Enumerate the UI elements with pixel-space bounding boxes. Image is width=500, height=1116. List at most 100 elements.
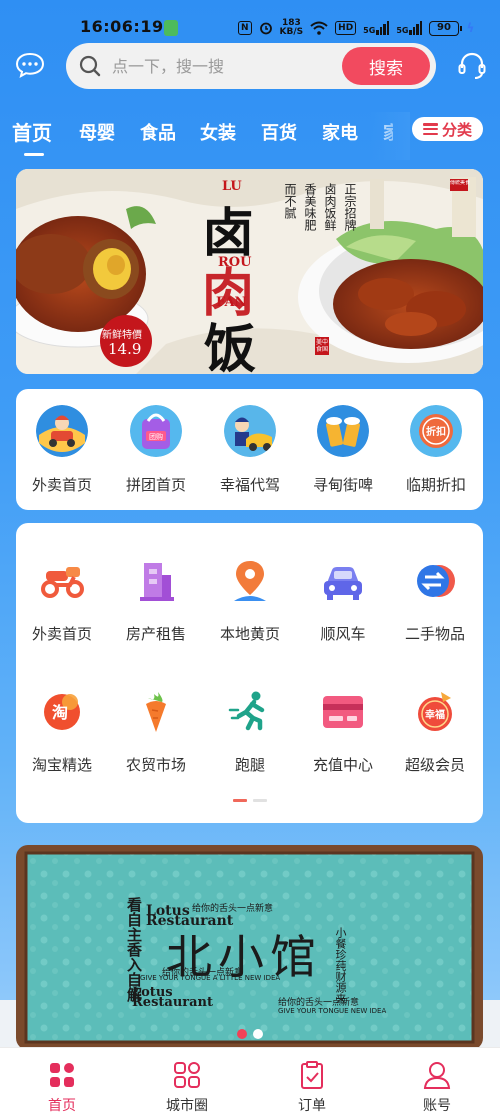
tab-home[interactable]: 首页 [12, 117, 52, 146]
charging-icon: ϟ [466, 21, 475, 35]
signal-sim2: 5G [396, 21, 423, 35]
network-speed: 183 KB/S [279, 18, 304, 37]
message-button[interactable] [14, 51, 46, 79]
quick-item-label: 临期折扣 [405, 476, 466, 494]
grid-item-super-vip[interactable]: 幸福 超级会员 [389, 688, 481, 775]
grid-item-label: 充值中心 [312, 756, 373, 774]
wifi-icon [310, 21, 328, 35]
car-icon [324, 567, 362, 600]
corner-tag-text: 傳統美食 [450, 180, 470, 186]
quick-item-designated-driver[interactable]: 幸福代驾 [205, 405, 295, 495]
nav-label: 账号 [423, 1098, 451, 1114]
scooter-icon [41, 567, 84, 598]
search-input[interactable] [112, 43, 332, 89]
svg-text:淘: 淘 [52, 703, 68, 722]
customer-service-button[interactable] [456, 51, 488, 81]
promo-bottom-en: GIVE YOUR TONGUE NEW IDEA [278, 1007, 387, 1015]
status-time: 16:06:19 [80, 17, 164, 36]
nfc-icon: N [238, 21, 252, 35]
nav-label: 订单 [298, 1098, 326, 1114]
tab-fade-mask [370, 112, 410, 160]
grid-item-yellow-pages[interactable]: 本地黄页 [204, 557, 296, 644]
quick-item-label: 寻甸街啤 [312, 476, 373, 494]
discount-icon: 折扣 [410, 405, 462, 457]
hd-icon: HD [335, 21, 357, 35]
nav-account[interactable]: 账号 [392, 1060, 482, 1115]
nav-label: 首页 [48, 1098, 76, 1114]
search-bar: 搜索 [66, 43, 436, 89]
tab-food[interactable]: 食品 [140, 119, 176, 145]
grid-item-errands[interactable]: 跑腿 [204, 688, 296, 775]
grid-item-carpool[interactable]: 顺风车 [297, 557, 389, 644]
nav-city-circle[interactable]: 城市圈 [142, 1060, 232, 1115]
status-icons: N 183 KB/S HD 5G 5G 90 ϟ [238, 17, 474, 39]
runner-icon [228, 691, 265, 731]
all-categories-label: 分类 [441, 120, 472, 139]
quick-item-group-buy[interactable]: 团购 拼团首页 [111, 405, 201, 495]
promo-tagline-2: 给你的舌头一点新意 [162, 968, 244, 978]
signal-sim1: 5G [363, 21, 390, 35]
tab-general-goods[interactable]: 百货 [261, 119, 297, 145]
service-grid-card: 外卖首页 房产租售 本地黄页 顺风车 二手物品 淘 淘宝精选 农贸市场 跑腿 充… [16, 523, 483, 823]
search-icon [79, 55, 101, 77]
badge-label: 新鲜特價 [102, 330, 142, 341]
quick-item-label: 外卖首页 [31, 476, 92, 494]
nav-orders[interactable]: 订单 [267, 1060, 357, 1115]
grid-item-label: 顺风车 [320, 625, 366, 643]
tab-womens-wear[interactable]: 女装 [200, 119, 236, 145]
city-circle-icon [174, 1062, 200, 1088]
grid-item-label: 跑腿 [234, 756, 265, 774]
promo-page-indicator [237, 1029, 263, 1039]
carrot-icon [146, 692, 166, 732]
designated-driver-icon [224, 405, 276, 457]
quick-item-delivery[interactable]: 外卖首页 [17, 405, 107, 495]
banner-char-3: 饭 [204, 319, 257, 374]
vip-icon: 幸福 [418, 692, 452, 731]
grid-item-real-estate[interactable]: 房产租售 [110, 557, 202, 644]
all-categories-button[interactable]: 分类 [412, 117, 483, 141]
grid-item-label: 农贸市场 [125, 756, 186, 774]
beer-icon [317, 405, 369, 457]
delivery-rider-icon [36, 405, 88, 457]
grid-item-takeaway[interactable]: 外卖首页 [16, 557, 108, 644]
grid-item-label: 外卖首页 [31, 625, 92, 643]
grid-item-label: 超级会员 [404, 756, 465, 774]
search-button[interactable]: 搜索 [342, 47, 430, 85]
card-icon [323, 696, 363, 728]
headset-icon [458, 52, 486, 79]
nav-home[interactable]: 首页 [17, 1060, 107, 1115]
bottom-nav: 首页 城市圈 订单 账号 [0, 1047, 500, 1116]
svg-text:幸福: 幸福 [425, 708, 445, 721]
grid-item-label: 二手物品 [404, 625, 465, 643]
grid-item-recharge[interactable]: 充值中心 [297, 688, 389, 775]
svg-text:团购: 团购 [149, 432, 163, 441]
active-tab-indicator [24, 153, 44, 156]
quick-item-discount[interactable]: 折扣 临期折扣 [391, 405, 481, 495]
grid-item-label: 淘宝精选 [31, 756, 92, 774]
account-icon [423, 1062, 451, 1089]
restaurant-promo-banner[interactable]: 看自主香入自解 Lotus Restaurant 给你的舌头一点新意 北小馆 G… [16, 845, 483, 1050]
grid-item-label: 房产租售 [125, 625, 186, 643]
quick-item-label: 幸福代驾 [219, 476, 280, 494]
tab-maternal-baby[interactable]: 母婴 [79, 119, 115, 145]
grid-item-second-hand[interactable]: 二手物品 [389, 557, 481, 644]
grid-item-taobao[interactable]: 淘 淘宝精选 [16, 688, 108, 775]
order-clipboard-icon [301, 1061, 323, 1089]
quick-item-label: 拼团首页 [125, 476, 186, 494]
location-pin-icon [234, 561, 266, 601]
grid-item-farm-market[interactable]: 农贸市场 [110, 688, 202, 775]
chat-bubble-icon [15, 52, 45, 78]
alarm-icon [259, 22, 272, 35]
status-bar: 16:06:19 N 183 KB/S HD 5G 5G 90 ϟ [0, 0, 500, 40]
menu-icon [422, 123, 438, 135]
group-buy-icon: 团购 [130, 405, 182, 457]
promo-right-text: 小餐珍莼财源来 [334, 927, 347, 1004]
tab-appliances[interactable]: 家电 [322, 119, 358, 145]
grid-page-indicator [233, 799, 267, 802]
promo-tagline: 给你的舌头一点新意 [192, 904, 274, 914]
badge-price: 14.9 [108, 340, 142, 358]
quick-item-beer[interactable]: 寻甸街啤 [298, 405, 388, 495]
taobao-icon: 淘 [44, 694, 80, 730]
lurou-rice-banner[interactable]: LU 卤 ROU 肉 FAN 饭 正宗招牌 卤肉饭鲜 香美味肥 而不腻 新鲜特價… [16, 169, 483, 374]
home-grid-icon [50, 1063, 74, 1087]
